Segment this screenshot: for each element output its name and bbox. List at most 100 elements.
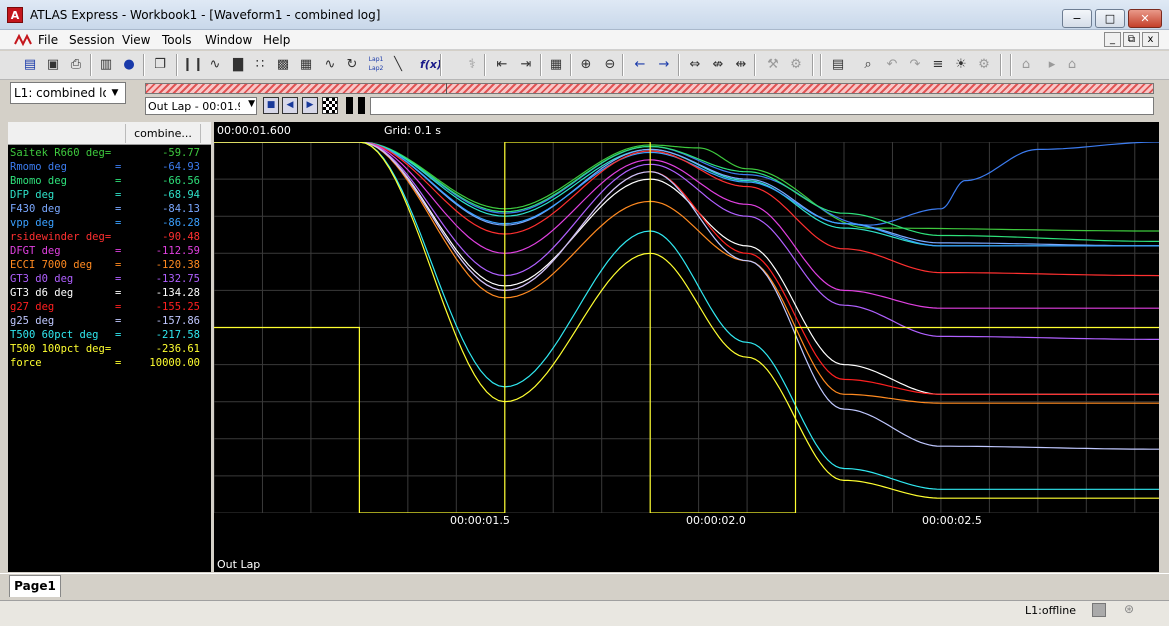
antenna-icon[interactable]: ⚕ bbox=[462, 55, 482, 75]
table-icon[interactable]: ▦ bbox=[296, 55, 316, 75]
lap-selector-dropdown[interactable]: L1: combined log ▼ bbox=[10, 82, 126, 104]
series-line-rsidewinder-deg bbox=[214, 142, 1159, 277]
atlas-logo-icon bbox=[14, 33, 32, 47]
channel-value: -236.61 bbox=[155, 343, 200, 355]
map-icon[interactable]: ▩ bbox=[273, 55, 293, 75]
value-row[interactable]: T500 100pct deg= -236.61 bbox=[10, 342, 200, 356]
minimize-button[interactable]: − bbox=[1062, 9, 1092, 28]
series-line-f430-deg bbox=[214, 142, 1159, 247]
save-icon[interactable]: ▣ bbox=[43, 55, 63, 75]
fit-all-icon[interactable]: ⇎ bbox=[708, 55, 728, 75]
outlap-dropdown[interactable]: Out Lap - 00:01.9 ▼ bbox=[145, 97, 257, 115]
print-icon[interactable]: ⎙ bbox=[66, 55, 86, 75]
status-indicator bbox=[1092, 603, 1106, 617]
mdi-restore-button[interactable]: ⧉ bbox=[1123, 32, 1140, 47]
value-row[interactable]: vpp deg = -86.28 bbox=[10, 216, 200, 230]
function-editor-button[interactable]: f(x) bbox=[420, 55, 440, 75]
value-row[interactable]: DFGT deg = -112.59 bbox=[10, 244, 200, 258]
mdi-minimize-button[interactable]: _ bbox=[1104, 32, 1121, 47]
toolbar-separator bbox=[678, 54, 680, 76]
prev-lap-icon[interactable]: ◀ bbox=[282, 97, 298, 114]
values-column-header[interactable]: combine... bbox=[125, 124, 201, 143]
copy-icon[interactable]: ❐ bbox=[150, 55, 170, 75]
arrow-right-icon[interactable]: → bbox=[654, 55, 674, 75]
close-button[interactable]: ✕ bbox=[1128, 9, 1162, 28]
value-row[interactable]: DFP deg = -68.94 bbox=[10, 188, 200, 202]
fit-width-icon[interactable]: ⇔ bbox=[685, 55, 705, 75]
value-row[interactable]: Rmomo deg = -64.93 bbox=[10, 160, 200, 174]
tab-page1[interactable]: Page1 bbox=[9, 575, 61, 597]
chevron-down-icon[interactable]: ▼ bbox=[248, 99, 255, 109]
lap-progress-bar[interactable] bbox=[370, 97, 1154, 115]
settings-icon[interactable]: ⚙ bbox=[974, 55, 994, 75]
histogram-icon[interactable]: ▇ bbox=[228, 55, 248, 75]
menu-help[interactable]: Help bbox=[263, 33, 290, 47]
waveform-plot[interactable] bbox=[214, 142, 1159, 513]
lap-marker-a bbox=[346, 97, 353, 114]
menu-tools[interactable]: Tools bbox=[162, 33, 192, 47]
toolbar-separator bbox=[754, 54, 756, 76]
align-icon[interactable]: ≡ bbox=[928, 55, 948, 75]
cursor-right-icon[interactable]: ⇥ bbox=[516, 55, 536, 75]
undo-icon[interactable]: ↶ bbox=[882, 55, 902, 75]
line-icon[interactable]: ╲ bbox=[388, 55, 408, 75]
session-timeline-bar[interactable] bbox=[145, 83, 1154, 94]
tools-a-icon[interactable]: ⚒ bbox=[763, 55, 783, 75]
cursor-left-icon[interactable]: ⇤ bbox=[492, 55, 512, 75]
play-icon[interactable]: ▸ bbox=[1042, 55, 1062, 75]
tools-b-icon[interactable]: ⚙ bbox=[786, 55, 806, 75]
waveform-icon[interactable]: ∿ bbox=[205, 55, 225, 75]
open-session-icon[interactable]: ▥ bbox=[96, 55, 116, 75]
grid-icon[interactable]: ▦ bbox=[546, 55, 566, 75]
value-row[interactable]: g27 deg = -155.25 bbox=[10, 300, 200, 314]
redo-icon[interactable]: ↷ bbox=[905, 55, 925, 75]
scatter-icon[interactable]: ∷ bbox=[250, 55, 270, 75]
value-row[interactable]: Bmomo deg = -66.56 bbox=[10, 174, 200, 188]
value-row[interactable]: GT3 d6 deg = -134.28 bbox=[10, 286, 200, 300]
value-row[interactable]: ECCI 7000 deg = -120.38 bbox=[10, 258, 200, 272]
menu-window[interactable]: Window bbox=[205, 33, 252, 47]
menu-session[interactable]: Session bbox=[69, 33, 115, 47]
home-icon[interactable]: ⌂ bbox=[1016, 55, 1036, 75]
checkered-flag-icon[interactable] bbox=[322, 97, 338, 114]
maximize-button[interactable]: □ bbox=[1095, 9, 1125, 28]
loop-icon[interactable]: ↻ bbox=[342, 55, 362, 75]
open-lap-icon[interactable]: ■ bbox=[263, 97, 279, 114]
lap-marker-b bbox=[358, 97, 365, 114]
value-row[interactable]: T500 60pct deg = -217.58 bbox=[10, 328, 200, 342]
sine-icon[interactable]: ∿ bbox=[320, 55, 340, 75]
equals-sign: = bbox=[115, 259, 122, 271]
zoom-out-icon[interactable]: ⊖ bbox=[600, 55, 620, 75]
channel-value: -68.94 bbox=[162, 189, 200, 201]
channel-value: -86.28 bbox=[162, 217, 200, 229]
window-title: ATLAS Express - Workbook1 - [Waveform1 -… bbox=[30, 8, 381, 22]
arrow-left-icon[interactable]: ← bbox=[630, 55, 650, 75]
bars-icon[interactable]: ❙❙ bbox=[182, 55, 202, 75]
channel-value: -132.75 bbox=[155, 273, 200, 285]
zoom-in-icon[interactable]: ⊕ bbox=[576, 55, 596, 75]
home-b-icon[interactable]: ⌂ bbox=[1062, 55, 1082, 75]
record-icon[interactable]: ● bbox=[119, 55, 139, 75]
app-icon: A bbox=[7, 7, 23, 23]
mdi-close-button[interactable]: x bbox=[1142, 32, 1159, 47]
next-lap-icon[interactable]: ▶ bbox=[302, 97, 318, 114]
equals-sign: = bbox=[115, 245, 122, 257]
lap-compare-button[interactable]: Lap1 Lap2 bbox=[366, 55, 386, 75]
outlap-value: Out Lap - 00:01.9 bbox=[148, 100, 240, 113]
menu-file[interactable]: File bbox=[38, 33, 58, 47]
value-row[interactable]: rsidewinder deg= -90.48 bbox=[10, 230, 200, 244]
value-row[interactable]: GT3 d0 deg = -132.75 bbox=[10, 272, 200, 286]
toolbar-separator bbox=[143, 54, 145, 76]
value-row[interactable]: Saitek R660 deg= -59.77 bbox=[10, 146, 200, 160]
properties-icon[interactable]: ▤ bbox=[828, 55, 848, 75]
value-row[interactable]: g25 deg = -157.86 bbox=[10, 314, 200, 328]
menu-view[interactable]: View bbox=[122, 33, 150, 47]
chevron-down-icon[interactable]: ▼ bbox=[107, 85, 123, 101]
search-icon[interactable]: ⌕ bbox=[858, 55, 878, 75]
value-row[interactable]: force = 10000.00 bbox=[10, 356, 200, 370]
bulb-icon[interactable]: ☀ bbox=[951, 55, 971, 75]
fit-range-icon[interactable]: ⇹ bbox=[731, 55, 751, 75]
waveform-display[interactable]: 00:00:01.600 Grid: 0.1 s 00:00:01.5 00:0… bbox=[214, 122, 1159, 572]
value-row[interactable]: F430 deg = -84.13 bbox=[10, 202, 200, 216]
open-folder-icon[interactable]: ▤ bbox=[20, 55, 40, 75]
